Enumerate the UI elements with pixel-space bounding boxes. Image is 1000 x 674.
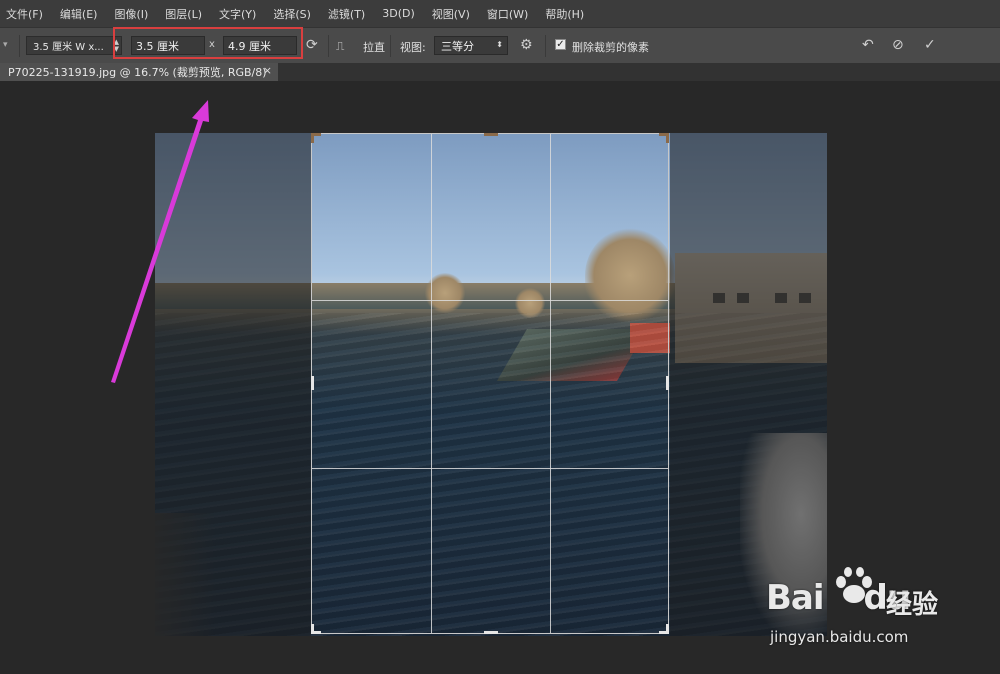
overlay-view-select[interactable]: 三等分 ⬍ — [434, 36, 508, 55]
menu-3d[interactable]: 3D(D) — [382, 7, 415, 20]
commit-check-icon[interactable]: ✓ — [924, 37, 936, 53]
separator — [19, 35, 20, 57]
crop-height-input[interactable] — [223, 36, 297, 55]
baidu-jingyan-watermark: Bai du 经验 jingyan.baidu.com — [758, 566, 988, 660]
crop-box[interactable] — [311, 133, 669, 634]
document-tab-bar: P70225-131919.jpg @ 16.7% (裁剪预览, RGB/8) … — [0, 63, 1000, 81]
menu-select[interactable]: 选择(S) — [273, 6, 311, 22]
straighten-icon[interactable]: ⎍ — [336, 39, 344, 54]
delete-cropped-checkbox[interactable]: ✓ — [555, 39, 566, 50]
watermark-url: jingyan.baidu.com — [770, 628, 909, 646]
delete-cropped-label: 删除裁剪的像素 — [572, 41, 649, 54]
separator — [328, 35, 329, 57]
watermark-logo-bai: Bai — [766, 578, 825, 618]
close-tab-icon[interactable]: × — [263, 64, 272, 77]
view-label: 视图: — [400, 41, 426, 54]
crop-width-input[interactable] — [131, 36, 205, 55]
thirds-grid-line — [312, 468, 668, 469]
thirds-grid-line — [312, 300, 668, 301]
reset-icon[interactable]: ↶ — [862, 37, 874, 53]
crop-preset-dropdown[interactable]: 3.5 厘米 W x... ▲ ▼ — [26, 36, 122, 55]
tool-preset-arrow-icon[interactable]: ▾ — [3, 37, 13, 53]
crop-handle-bottom[interactable] — [484, 631, 498, 634]
crop-handle-top-left[interactable] — [311, 133, 314, 143]
menu-view[interactable]: 视图(V) — [432, 6, 470, 22]
menu-edit[interactable]: 编辑(E) — [60, 6, 98, 22]
crop-handle-bottom-left[interactable] — [311, 624, 314, 634]
menu-bar: 文件(F) 编辑(E) 图像(I) 图层(L) 文字(Y) 选择(S) 滤镜(T… — [0, 0, 1000, 27]
paw-icon — [836, 567, 872, 603]
menu-image[interactable]: 图像(I) — [114, 6, 148, 22]
menu-file[interactable]: 文件(F) — [6, 6, 43, 22]
separator — [545, 35, 546, 57]
photo-lake-scene[interactable] — [155, 133, 827, 636]
overlay-view-value: 三等分 — [441, 39, 474, 53]
thirds-grid-line — [550, 134, 551, 633]
crop-handle-bottom-right[interactable] — [666, 624, 669, 634]
swap-dimensions-icon[interactable]: ⟳ — [306, 37, 318, 53]
chevron-down-icon: ⬍ — [496, 40, 503, 49]
separator — [390, 35, 391, 57]
crop-shield-right — [670, 133, 827, 636]
menu-help[interactable]: 帮助(H) — [545, 6, 584, 22]
document-tab[interactable]: P70225-131919.jpg @ 16.7% (裁剪预览, RGB/8) … — [0, 63, 278, 81]
crop-shield-fade — [155, 513, 215, 636]
gear-icon[interactable]: ⚙ — [520, 37, 533, 53]
crop-handle-top[interactable] — [484, 133, 498, 136]
cancel-icon[interactable]: ⊘ — [892, 37, 904, 53]
crop-handle-top-right[interactable] — [666, 133, 669, 143]
crop-handle-right[interactable] — [666, 376, 669, 390]
dimension-times-label: x — [209, 39, 215, 50]
crop-preset-label: 3.5 厘米 W x... — [33, 42, 104, 53]
watermark-cn: 经验 — [886, 590, 939, 620]
menu-filter[interactable]: 滤镜(T) — [328, 6, 365, 22]
options-bar: ▾ 3.5 厘米 W x... ▲▼ x ⟳ ⎍ 拉直 视图: 三等分 ⬍ ⚙ … — [0, 27, 1000, 65]
menu-window[interactable]: 窗口(W) — [487, 6, 528, 22]
crop-handle-left[interactable] — [311, 376, 314, 390]
document-tab-title: P70225-131919.jpg @ 16.7% (裁剪预览, RGB/8) — [8, 66, 267, 79]
menu-layer[interactable]: 图层(L) — [165, 6, 202, 22]
thirds-grid-line — [431, 134, 432, 633]
menu-type[interactable]: 文字(Y) — [219, 6, 256, 22]
straighten-button[interactable]: 拉直 — [363, 39, 385, 55]
